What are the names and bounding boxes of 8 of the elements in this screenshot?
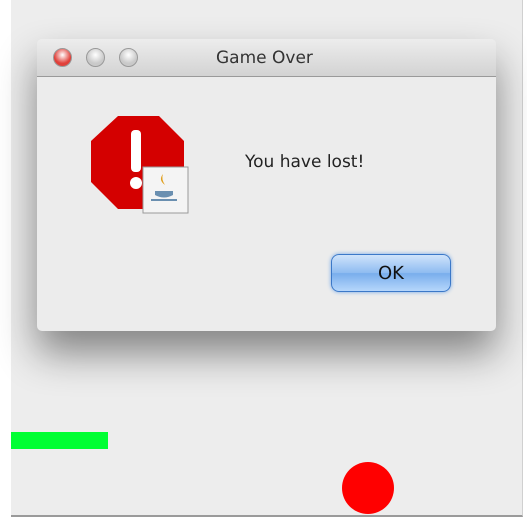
ok-button[interactable]: OK (331, 254, 451, 292)
ball (342, 462, 394, 514)
window-title: Game Over (216, 48, 313, 68)
alert-icon (91, 116, 189, 214)
minimize-button[interactable] (86, 48, 105, 67)
close-button[interactable] (53, 48, 72, 67)
message-text: You have lost! (245, 152, 364, 172)
zoom-button[interactable] (119, 48, 138, 67)
